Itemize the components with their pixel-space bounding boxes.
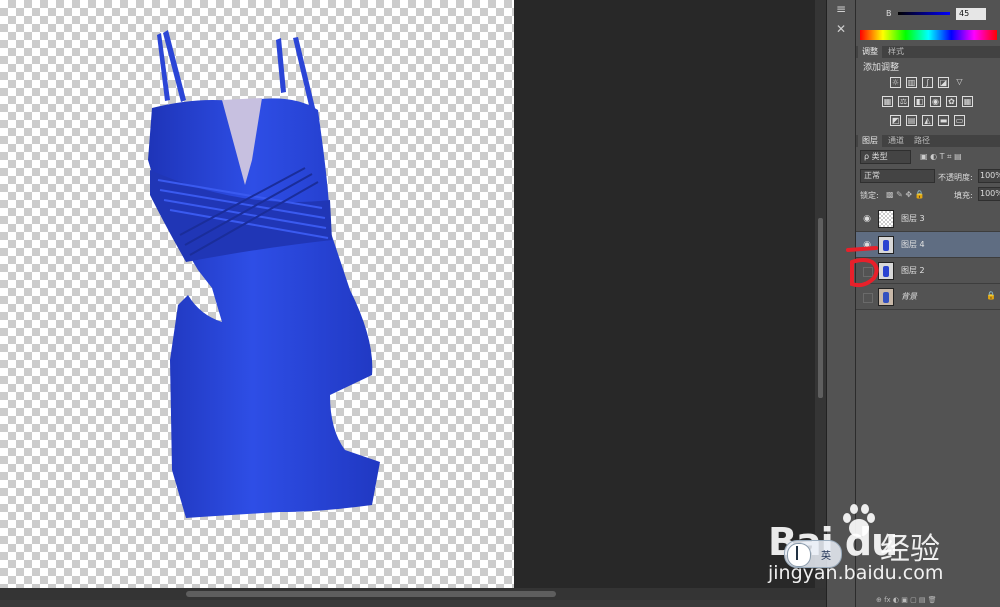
ime-indicator[interactable]: 英 — [784, 540, 842, 568]
text-cursor-icon — [796, 546, 798, 560]
ime-circle-icon — [787, 543, 811, 567]
paw-icon — [843, 504, 875, 537]
ime-language: 英 — [821, 551, 831, 562]
annotation-mark — [846, 246, 879, 288]
